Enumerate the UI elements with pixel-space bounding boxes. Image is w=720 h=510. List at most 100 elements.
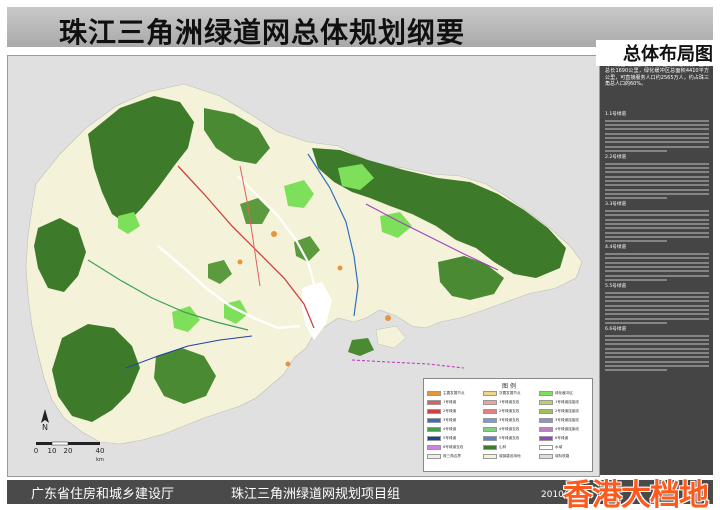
- side-section-text-line: [605, 265, 709, 268]
- legend-item: 3号绿道连接线: [539, 417, 593, 424]
- legend-label: 主要发展节点: [443, 391, 465, 396]
- legend-item: 1号绿道: [427, 399, 481, 406]
- side-section-text-line: [605, 197, 668, 200]
- legend-label: 3号绿道: [443, 418, 457, 423]
- side-section-text-line: [605, 132, 709, 135]
- legend-swatch: [483, 400, 497, 406]
- legend-item: 主要发展节点: [427, 390, 481, 397]
- side-section-text-line: [605, 300, 709, 303]
- side-section-text-line: [605, 304, 709, 307]
- legend-item: 2号绿道支线: [483, 408, 537, 415]
- side-section-text-line: [605, 124, 709, 127]
- legend-label: 6号绿道: [555, 436, 569, 441]
- legend-swatch: [427, 427, 441, 433]
- legend-label: 1号绿道连接线: [555, 400, 579, 405]
- main-node-foshan: [237, 259, 243, 265]
- side-section-text-line: [605, 227, 709, 230]
- legend-label: 4号绿道支线: [499, 427, 520, 432]
- legend-label: 珠三角边界: [443, 454, 461, 459]
- side-section-text-line: [605, 270, 709, 273]
- legend-swatch: [483, 409, 497, 415]
- side-section-text-line: [605, 240, 668, 243]
- legend-item: 1号绿道连接线: [539, 399, 593, 406]
- legend-item: 珠三角边界: [427, 453, 481, 460]
- side-section-text-line: [605, 351, 709, 354]
- side-section-text-line: [605, 218, 709, 221]
- legend-swatch: [427, 391, 441, 397]
- north-arrow: N: [38, 407, 52, 435]
- legend-label: 2号绿道: [443, 409, 457, 414]
- legend-item: 绿化缓冲区: [539, 390, 593, 397]
- scale-bar: 0 10 20 40 km: [32, 440, 104, 466]
- side-section-heading: 5.5号绿道: [605, 283, 627, 289]
- legend-swatch: [539, 400, 553, 406]
- side-section: 4.4号绿道: [605, 245, 709, 281]
- side-section-text-line: [605, 253, 709, 256]
- side-section-text-line: [605, 171, 709, 174]
- side-section-text-line: [605, 356, 709, 359]
- legend-swatch: [483, 454, 497, 460]
- side-section-text-line: [605, 149, 668, 152]
- side-section-text-line: [605, 119, 709, 122]
- side-section-text-line: [605, 274, 709, 277]
- side-section-text-line: [605, 184, 709, 187]
- legend-item: 4号绿道: [427, 426, 481, 433]
- north-label: N: [42, 423, 48, 431]
- side-section-text-line: [605, 141, 709, 144]
- legend-item: 6号绿道支线: [427, 444, 481, 451]
- side-section-heading: 1.1号绿道: [605, 112, 627, 117]
- legend-swatch: [427, 418, 441, 424]
- legend-item: 城际铁路: [539, 453, 593, 460]
- legend-item: 4号绿道连接线: [539, 426, 593, 433]
- legend-swatch: [539, 454, 553, 460]
- legend-label: 1号绿道支线: [499, 400, 520, 405]
- side-section-text-line: [605, 180, 709, 183]
- side-section: 6.6号绿道: [605, 326, 709, 372]
- legend-swatch: [483, 436, 497, 442]
- legend-label: 山林: [499, 445, 507, 450]
- legend-item: 2号绿道: [427, 408, 481, 415]
- legend-grid: 主要发展节点 次要发展节点 绿化缓冲区 1号绿道 1号绿道支线 1号绿道连接线 2号绿道 2号…: [427, 390, 593, 460]
- legend-label: 1号绿道: [443, 400, 457, 405]
- side-panel-intro: 珠三角区域绿道网由六条区域绿道构成，主线总长1690公里，绿化缓冲区总面积441…: [605, 62, 709, 88]
- side-section-text-line: [605, 145, 709, 148]
- side-section-text-line: [605, 321, 668, 324]
- legend-item: 5号绿道: [427, 435, 481, 442]
- legend-item: 次要发展节点: [483, 390, 537, 397]
- legend-item: 2号绿道连接线: [539, 408, 593, 415]
- legend-swatch: [483, 391, 497, 397]
- side-section-text-line: [605, 192, 709, 195]
- legend-swatch: [427, 436, 441, 442]
- side-section-text-line: [605, 261, 709, 264]
- side-section-text-line: [605, 175, 709, 178]
- scale-tick-1: 10: [48, 447, 57, 455]
- main-node-dongguan: [337, 265, 343, 271]
- legend-swatch: [427, 445, 441, 451]
- side-section-text-line: [605, 334, 709, 337]
- side-section-heading: 6.6号绿道: [605, 326, 627, 332]
- side-panel-body: 1.1号绿道 2.2号绿道 3.3号绿道 4.4号绿道 5.5号绿道 6.6号绿道: [605, 112, 709, 472]
- legend-label: 2号绿道支线: [499, 409, 520, 414]
- side-section-text-line: [605, 231, 709, 234]
- legend-label: 绿化缓冲区: [555, 391, 573, 396]
- side-section-text-line: [605, 291, 709, 294]
- side-section-text-line: [605, 167, 709, 170]
- side-section-text-line: [605, 313, 709, 316]
- side-section-heading: 3.3号绿道: [605, 202, 627, 208]
- legend-label: 4号绿道连接线: [555, 427, 579, 432]
- legend-swatch: [483, 427, 497, 433]
- side-section-text-line: [605, 210, 709, 213]
- side-section-text-line: [605, 223, 709, 226]
- main-node-zhuhai: [285, 361, 291, 367]
- side-section-text-line: [605, 214, 709, 217]
- legend-label: 5号绿道: [443, 436, 457, 441]
- side-section-text-line: [605, 364, 709, 367]
- side-section-text-line: [605, 162, 709, 165]
- side-section-text-line: [605, 235, 709, 238]
- side-section-text-line: [605, 137, 709, 140]
- legend-item: 6号绿道: [539, 435, 593, 442]
- side-section-text-line: [605, 188, 709, 191]
- legend-swatch: [483, 418, 497, 424]
- side-section-text-line: [605, 128, 709, 131]
- legend-label: 2号绿道连接线: [555, 409, 579, 414]
